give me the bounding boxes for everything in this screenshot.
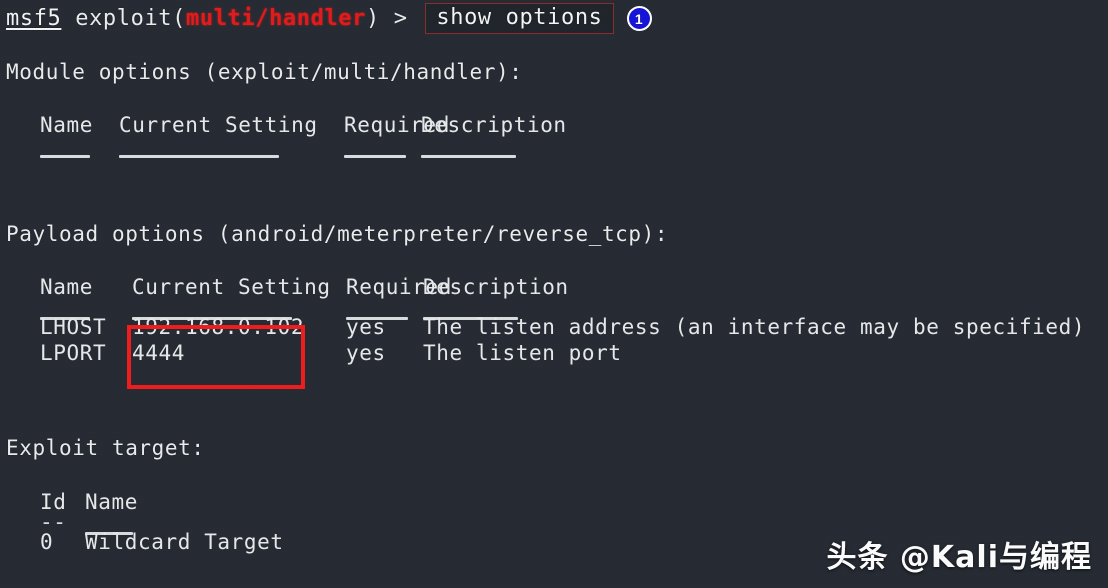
prompt-command-suffix: ) > — [366, 5, 422, 31]
module-sep-current-setting — [119, 138, 344, 158]
option-value-lport[interactable]: 4444 — [132, 340, 346, 366]
active-module-name: multi/handler — [186, 5, 366, 31]
payload-sep-current-setting — [132, 300, 346, 320]
payload-col-name: Name — [40, 275, 93, 299]
exploit-target-separator-row: -- — [40, 510, 385, 535]
exploit-target-header-row: Id Name — [40, 489, 385, 515]
module-options-table: Name Current Setting Required Descriptio… — [40, 112, 721, 158]
target-col-name: Name — [85, 490, 138, 514]
module-col-description: Description — [421, 113, 567, 137]
payload-options-table: Name Current Setting Required Descriptio… — [40, 274, 1086, 366]
target-id-0: 0 — [40, 530, 54, 554]
payload-sep-description — [423, 300, 983, 320]
payload-options-separator-row — [40, 300, 983, 320]
module-options-separator-row — [40, 138, 721, 158]
module-sep-required — [344, 138, 421, 158]
option-required-lhost: yes — [346, 315, 386, 339]
table-row: LHOST 192.168.0.102 yes The listen addre… — [40, 314, 1086, 340]
terminal-prompt-line: msf5 exploit(multi/handler) > show optio… — [6, 3, 652, 34]
step-marker-1-badge: 1 — [626, 6, 652, 31]
module-sep-description — [421, 138, 721, 158]
table-row: 0 Wildcard Target — [40, 529, 385, 555]
payload-col-current-setting: Current Setting — [132, 275, 331, 299]
target-sep-id: -- — [40, 510, 67, 534]
module-options-title: Module options (exploit/multi/handler): — [6, 60, 523, 84]
table-row: LPORT 4444 yes The listen port — [40, 340, 983, 366]
option-description-lport: The listen port — [423, 341, 622, 365]
option-value-lhost[interactable]: 192.168.0.102 — [132, 314, 346, 340]
payload-sep-name — [40, 300, 132, 320]
terminal-screen: msf5 exploit(multi/handler) > show optio… — [0, 0, 1108, 588]
option-description-lhost: The listen address (an interface may be … — [423, 315, 1086, 339]
typed-command-highlight[interactable]: show options — [425, 3, 614, 34]
option-name-lport: LPORT — [40, 341, 107, 365]
payload-sep-required — [346, 300, 423, 320]
shell-name: msf5 — [6, 5, 62, 31]
payload-options-header-row: Name Current Setting Required Descriptio… — [40, 274, 983, 300]
module-sep-name — [40, 138, 119, 158]
prompt-command-prefix: exploit( — [61, 5, 186, 31]
target-name-0: Wildcard Target — [85, 530, 284, 554]
exploit-target-table: Id Name -- 0 Wildcard Target — [40, 489, 385, 555]
payload-col-description: Description — [423, 275, 569, 299]
option-required-lport: yes — [346, 341, 386, 365]
exploit-target-title: Exploit target: — [6, 436, 205, 460]
payload-options-title: Payload options (android/meterpreter/rev… — [6, 222, 669, 246]
module-options-header-row: Name Current Setting Required Descriptio… — [40, 112, 721, 138]
module-col-name: Name — [40, 113, 93, 137]
target-sep-name — [85, 515, 385, 535]
module-col-required: Required — [344, 113, 450, 137]
watermark-text: 头条 @Kali与编程 — [826, 540, 1092, 575]
payload-col-required: Required — [346, 275, 452, 299]
option-name-lhost: LHOST — [40, 315, 107, 339]
module-col-current-setting: Current Setting — [119, 113, 318, 137]
